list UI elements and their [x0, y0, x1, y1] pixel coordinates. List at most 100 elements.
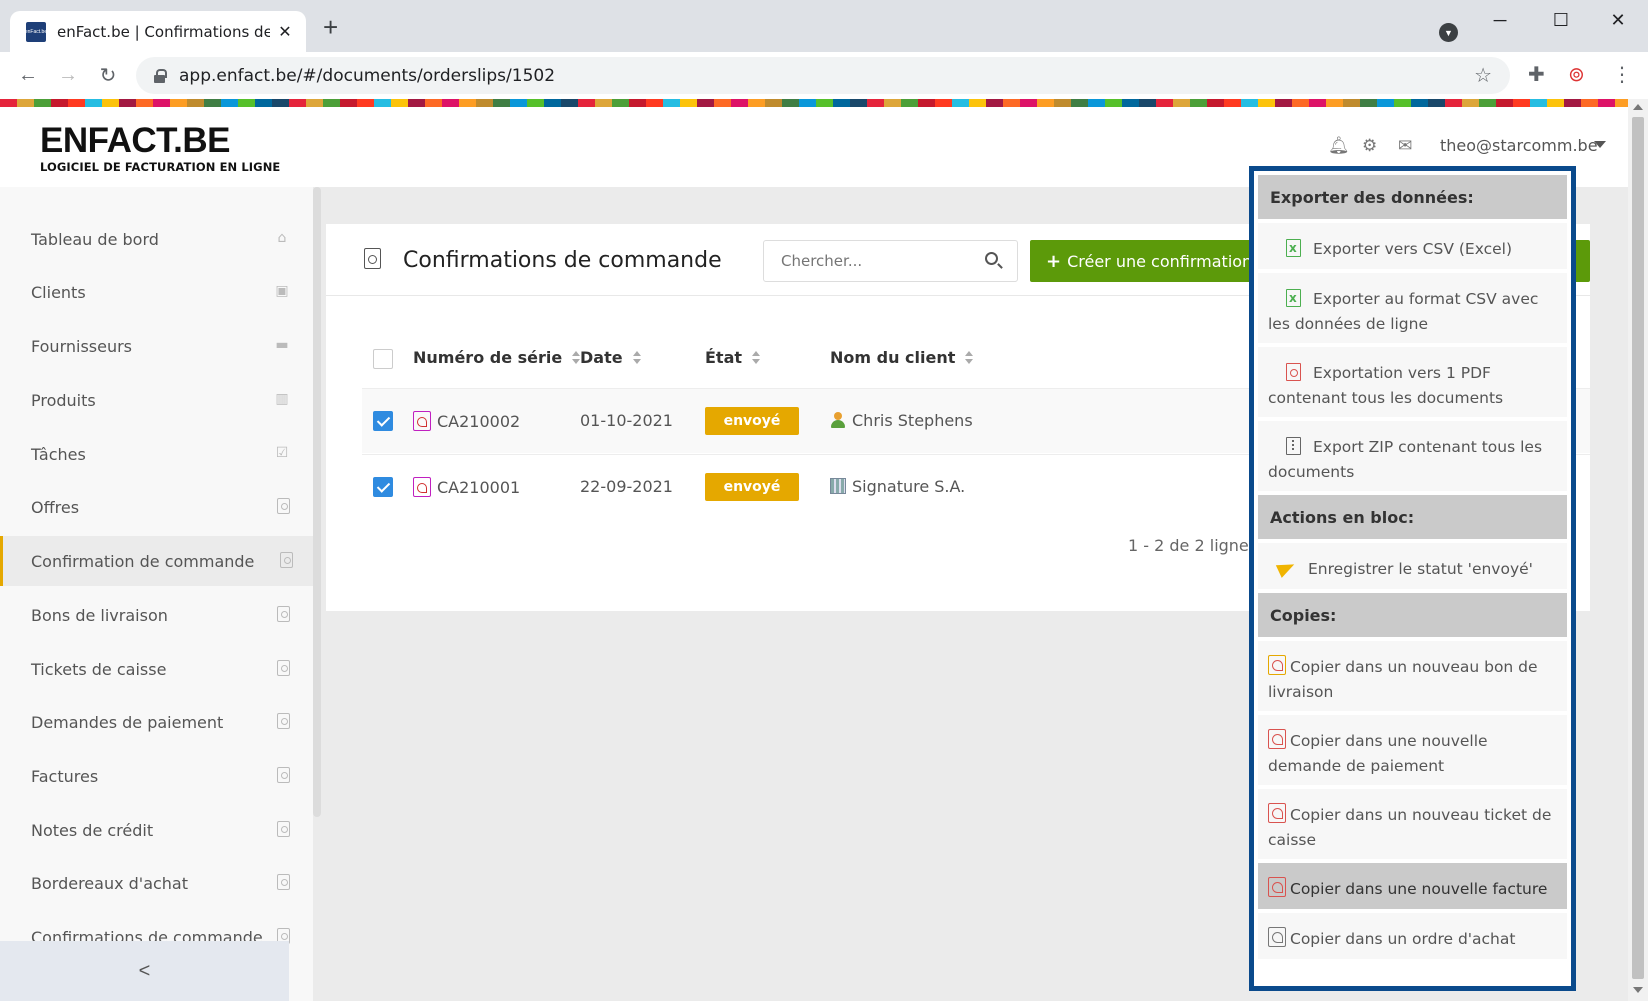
excel-icon	[1286, 236, 1301, 261]
address-bar[interactable]: app.enfact.be/#/documents/orderslips/150…	[136, 57, 1510, 94]
minimize-icon[interactable]: ─	[1480, 6, 1520, 34]
building-icon	[830, 478, 846, 494]
sidebar-item-dashboard[interactable]: Tableau de bord ⌂	[0, 214, 313, 264]
scroll-thumb[interactable]	[1632, 117, 1644, 979]
copy-to-invoice-item[interactable]: Copier dans une nouvelle facture	[1258, 863, 1567, 909]
extension-rings-icon[interactable]: ⊚	[1568, 62, 1585, 87]
sidebar-collapse-button[interactable]: <	[0, 941, 289, 1001]
lock-icon	[154, 69, 167, 83]
serial-cell[interactable]: CA210001	[413, 477, 520, 497]
acrobat-icon	[1268, 927, 1286, 947]
browser-toolbar: ← → ↻ app.enfact.be/#/documents/ordersli…	[0, 52, 1648, 99]
sidebar-item-offers[interactable]: Offres	[0, 482, 313, 532]
export-pdf-item[interactable]: Exportation vers 1 PDF contenant tous le…	[1258, 347, 1567, 417]
sidebar: Tableau de bord ⌂ Clients ▣ Fournisseurs…	[0, 187, 313, 1001]
window-close-icon[interactable]: ✕	[1598, 6, 1638, 34]
serial-cell[interactable]: CA210002	[413, 411, 520, 431]
status-badge: envoyé	[705, 407, 799, 435]
excel-icon	[1286, 286, 1301, 311]
copy-to-purchase-order-item[interactable]: Copier dans un ordre d'achat	[1258, 913, 1567, 959]
sidebar-item-receipts[interactable]: Tickets de caisse	[0, 644, 313, 694]
browser-tabstrip: enFact.be enFact.be | Confirmations de c…	[0, 0, 1648, 52]
page-scrollbar[interactable]	[1628, 99, 1648, 1001]
gears-icon[interactable]: ⚙	[1362, 136, 1377, 156]
browser-menu-icon[interactable]: ⋮	[1612, 62, 1632, 87]
sidebar-item-credit-notes[interactable]: Notes de crédit	[0, 805, 313, 855]
paper-plane-icon	[1278, 559, 1296, 577]
sidebar-item-purchase-slips[interactable]: Bordereaux d'achat	[0, 858, 313, 908]
scroll-down-icon[interactable]	[1633, 987, 1643, 993]
select-all-checkbox[interactable]	[373, 349, 393, 369]
client-cell[interactable]: Chris Stephens	[830, 411, 973, 430]
home-icon: ⌂	[277, 230, 287, 246]
contact-card-icon: ▣	[275, 283, 289, 299]
acrobat-icon	[413, 411, 431, 431]
copies-section-header: Copies:	[1258, 593, 1567, 637]
search-icon[interactable]	[985, 252, 998, 265]
truck-icon: ▬	[275, 337, 289, 353]
maximize-icon[interactable]: ☐	[1541, 6, 1581, 34]
mark-sent-item[interactable]: Enregistrer le statut 'envoyé'	[1258, 543, 1567, 589]
sidebar-item-payment-requests[interactable]: Demandes de paiement	[0, 697, 313, 747]
caret-down-icon[interactable]	[1594, 141, 1606, 148]
new-tab-icon[interactable]: +	[323, 14, 338, 40]
bookmark-star-icon[interactable]: ☆	[1474, 63, 1492, 88]
column-header-status[interactable]: État	[705, 348, 761, 367]
tab-title: enFact.be | Confirmations de commande	[57, 22, 270, 41]
acrobat-icon	[413, 477, 431, 497]
sidebar-item-suppliers[interactable]: Fournisseurs ▬	[0, 321, 313, 371]
date-cell: 22-09-2021	[580, 477, 673, 496]
zip-icon	[1286, 437, 1301, 455]
client-cell[interactable]: Signature S.A.	[830, 477, 965, 496]
export-zip-item[interactable]: Export ZIP contenant tous les documents	[1258, 421, 1567, 491]
back-icon[interactable]: ←	[13, 60, 43, 90]
pdf-icon	[277, 498, 290, 514]
user-menu[interactable]: theo@starcomm.be	[1440, 136, 1598, 155]
reload-icon[interactable]: ↻	[93, 60, 123, 90]
row-checkbox[interactable]	[373, 411, 393, 431]
copy-to-payment-request-item[interactable]: Copier dans une nouvelle demande de paie…	[1258, 715, 1567, 785]
acrobat-icon	[1268, 655, 1286, 675]
page-title: Confirmations de commande	[403, 248, 722, 273]
sidebar-item-products[interactable]: Produits ▥	[0, 375, 313, 425]
sidebar-item-order-confirmation[interactable]: Confirmation de commande	[0, 536, 313, 586]
column-header-client[interactable]: Nom du client	[830, 348, 974, 367]
barcode-icon: ▥	[275, 391, 289, 407]
sidebar-item-clients[interactable]: Clients ▣	[0, 267, 313, 317]
copy-to-delivery-note-item[interactable]: Copier dans un nouveau bon de livraison	[1258, 641, 1567, 711]
clipboard-check-icon: ☑	[275, 445, 289, 461]
acrobat-icon	[1268, 803, 1286, 823]
search-input[interactable]	[764, 241, 974, 281]
extensions-puzzle-icon[interactable]: ✚	[1528, 62, 1545, 87]
chevron-left-icon: <	[138, 959, 151, 982]
sidebar-item-tasks[interactable]: Tâches ☑	[0, 429, 313, 479]
sort-icon	[752, 351, 761, 365]
column-header-date[interactable]: Date	[580, 348, 642, 367]
pdf-icon	[277, 767, 290, 783]
row-checkbox[interactable]	[373, 477, 393, 497]
forward-icon[interactable]: →	[53, 60, 83, 90]
close-tab-icon[interactable]: ✕	[276, 22, 294, 42]
person-icon	[830, 412, 846, 428]
acrobat-icon	[1268, 877, 1286, 897]
browser-tab[interactable]: enFact.be enFact.be | Confirmations de c…	[10, 11, 306, 52]
date-cell: 01-10-2021	[580, 411, 673, 430]
enfact-logo[interactable]: ENFACT.BE LOGICIEL DE FACTURATION EN LIG…	[40, 123, 280, 175]
acrobat-icon	[1268, 729, 1286, 749]
sidebar-scrollbar[interactable]	[313, 187, 321, 817]
sidebar-item-delivery-notes[interactable]: Bons de livraison	[0, 590, 313, 640]
pdf-icon	[1286, 363, 1301, 381]
bulk-actions-dropdown: Exporter des données: Exporter vers CSV …	[1249, 166, 1576, 991]
plus-icon: +	[1046, 250, 1062, 272]
profile-dropdown-icon[interactable]: ▼	[1439, 23, 1458, 42]
envelope-icon[interactable]: ✉	[1398, 136, 1412, 156]
pagination-info: 1 - 2 de 2 lignes	[1128, 536, 1258, 555]
sidebar-item-invoices[interactable]: Factures	[0, 751, 313, 801]
export-csv-lines-item[interactable]: Exporter au format CSV avec les données …	[1258, 273, 1567, 343]
app-viewport: ENFACT.BE LOGICIEL DE FACTURATION EN LIG…	[0, 107, 1628, 1001]
bell-icon[interactable]: 🔔︎	[1328, 136, 1350, 156]
export-csv-item[interactable]: Exporter vers CSV (Excel)	[1258, 223, 1567, 269]
copy-to-receipt-item[interactable]: Copier dans un nouveau ticket de caisse	[1258, 789, 1567, 859]
column-header-serial[interactable]: Numéro de série	[413, 348, 581, 367]
scroll-up-icon[interactable]	[1633, 104, 1643, 110]
